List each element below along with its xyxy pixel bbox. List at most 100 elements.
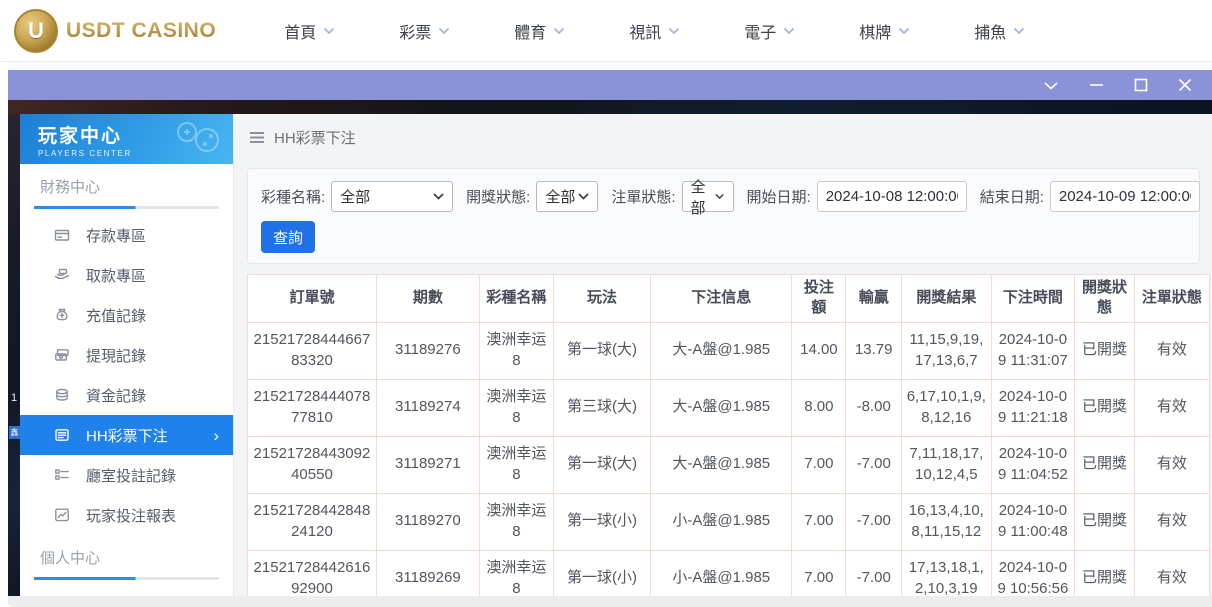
end-date-input[interactable]	[1050, 181, 1200, 212]
column-header: 玩法	[553, 275, 650, 323]
bets-table: 訂單號期數彩種名稱玩法下注信息投注額輸贏開獎結果下注時間開獎狀態注單狀態 215…	[247, 274, 1210, 596]
nav-item-lottery[interactable]: 彩票	[399, 19, 450, 43]
section-divider	[34, 577, 219, 580]
column-header: 下注時間	[991, 275, 1075, 323]
window-titlebar	[8, 70, 1212, 100]
top-nav: U USDT CASINO 首頁 彩票 體育 視訊 電子 棋牌 捕魚	[0, 0, 1212, 62]
table-cell: 16,13,4,10,8,11,15,12	[902, 493, 991, 550]
table-cell: 第一球(大)	[553, 436, 650, 493]
sidebar-item-label: HH彩票下注	[86, 425, 168, 446]
nav-item-board-games[interactable]: 棋牌	[859, 19, 910, 43]
hamburger-icon[interactable]	[249, 131, 265, 144]
chevron-down-icon	[783, 27, 795, 35]
main-nav: 首頁 彩票 體育 視訊 電子 棋牌 捕魚	[284, 19, 1025, 43]
column-header: 注單狀態	[1134, 275, 1209, 323]
chevron-down-icon	[1013, 27, 1025, 35]
table-cell: 澳洲幸运8	[479, 493, 553, 550]
nav-item-fishing[interactable]: 捕魚	[974, 19, 1025, 43]
nav-item-label: 電子	[744, 19, 776, 43]
sidebar-item-hall-bet-record[interactable]: 廳室投註記錄	[20, 455, 233, 495]
table-cell: 2152172844309240550	[248, 436, 377, 493]
table-cell: 8.00	[792, 379, 846, 436]
start-date-label: 開始日期:	[747, 186, 811, 207]
column-header: 投注額	[792, 275, 846, 323]
page-title: HH彩票下注	[274, 127, 356, 148]
sidebar-item-withdraw[interactable]: 取款專區	[20, 255, 233, 295]
chevron-down-icon	[715, 193, 724, 200]
banknote-icon	[54, 347, 70, 363]
table-cell: 2024-10-09 11:04:52	[991, 436, 1075, 493]
sidebar-item-label: 充值記錄	[86, 305, 146, 326]
logo[interactable]: U USDT CASINO	[14, 9, 216, 53]
breadcrumb: HH彩票下注	[234, 114, 1212, 160]
bet-status-select[interactable]: 全部	[682, 181, 734, 212]
column-header: 下注信息	[651, 275, 792, 323]
sidebar-item-label: 存款專區	[86, 225, 146, 246]
chevron-down-icon	[668, 27, 680, 35]
sidebar-item-funds-record[interactable]: 資金記錄	[20, 375, 233, 415]
window-maximize-icon[interactable]	[1134, 78, 1148, 92]
window-chevron-down-icon[interactable]	[1043, 81, 1059, 90]
gamepad-icon	[167, 118, 225, 164]
sidebar-item-hh-lottery-bet[interactable]: HH彩票下注›	[20, 415, 233, 455]
section-divider	[34, 206, 219, 209]
table-row[interactable]: 215217284428482412031189270澳洲幸运8第一球(小)小-…	[248, 493, 1210, 550]
nav-item-sports[interactable]: 體育	[514, 19, 565, 43]
table-cell: 2024-10-09 11:31:07	[991, 322, 1075, 379]
window-minimize-icon[interactable]	[1089, 83, 1104, 87]
nav-item-home[interactable]: 首頁	[284, 19, 335, 43]
table-cell: 2024-10-09 11:00:48	[991, 493, 1075, 550]
lottery-name-select[interactable]: 全部	[331, 181, 453, 212]
table-cell: 已開獎	[1075, 379, 1135, 436]
table-cell: 第一球(小)	[553, 493, 650, 550]
table-row[interactable]: 215217284426169290031189269澳洲幸运8第一球(小)小-…	[248, 550, 1210, 596]
chevron-down-icon	[898, 27, 910, 35]
background-fragment: 1	[11, 392, 17, 404]
column-header: 期數	[376, 275, 479, 323]
draw-status-label: 開獎狀態:	[466, 186, 530, 207]
sidebar-item-recharge-record[interactable]: 充值記錄	[20, 295, 233, 335]
start-date-input[interactable]	[817, 181, 967, 212]
search-button[interactable]: 查詢	[261, 221, 315, 253]
table-cell: 大-A盤@1.985	[651, 322, 792, 379]
draw-status-value: 全部	[545, 186, 575, 207]
sidebar-section-title: 個人中心	[20, 547, 233, 568]
column-header: 彩種名稱	[479, 275, 553, 323]
table-cell: -7.00	[846, 493, 902, 550]
nav-item-video[interactable]: 視訊	[629, 19, 680, 43]
table-cell: 澳洲幸运8	[479, 322, 553, 379]
coins-icon	[54, 387, 70, 403]
nav-item-label: 視訊	[629, 19, 661, 43]
bet-status-label: 注單狀態:	[611, 186, 675, 207]
table-cell: 13.79	[846, 322, 902, 379]
money-bag-icon	[54, 307, 70, 323]
table-cell: 11,15,9,19,17,13,6,7	[902, 322, 991, 379]
table-cell: 大-A盤@1.985	[651, 379, 792, 436]
logo-text: USDT CASINO	[66, 19, 216, 43]
page-gap	[8, 62, 1212, 70]
table-cell: 澳洲幸运8	[479, 379, 553, 436]
sidebar-item-announcements[interactable]: 消息公告	[20, 586, 233, 596]
table-row[interactable]: 215217284430924055031189271澳洲幸运8第一球(大)大-…	[248, 436, 1210, 493]
table-row[interactable]: 215217284440787781031189274澳洲幸运8第三球(大)大-…	[248, 379, 1210, 436]
sidebar-item-player-bet-report[interactable]: 玩家投注報表	[20, 495, 233, 535]
nav-item-label: 彩票	[399, 19, 431, 43]
table-cell: 第一球(小)	[553, 550, 650, 596]
table-cell: 31189269	[376, 550, 479, 596]
table-row[interactable]: 215217284446678332031189276澳洲幸运8第一球(大)大-…	[248, 322, 1210, 379]
window-close-icon[interactable]	[1178, 78, 1192, 92]
sidebar-item-label: 消息公告	[86, 596, 146, 597]
chevron-down-icon	[438, 27, 450, 35]
sidebar-item-withdrawal-record[interactable]: 提現記錄	[20, 335, 233, 375]
table-cell: 31189271	[376, 436, 479, 493]
column-header: 輸贏	[846, 275, 902, 323]
table-cell: 有效	[1134, 493, 1209, 550]
sidebar-item-deposit[interactable]: 存款專區	[20, 215, 233, 255]
draw-status-select[interactable]: 全部	[536, 181, 598, 212]
table-cell: 2152172844284824120	[248, 493, 377, 550]
background-strip: 1 鑫	[8, 114, 20, 596]
sidebar-item-label: 取款專區	[86, 265, 146, 286]
chevron-down-icon	[323, 27, 335, 35]
nav-item-electronic[interactable]: 電子	[744, 19, 795, 43]
table-cell: 2152172844407877810	[248, 379, 377, 436]
